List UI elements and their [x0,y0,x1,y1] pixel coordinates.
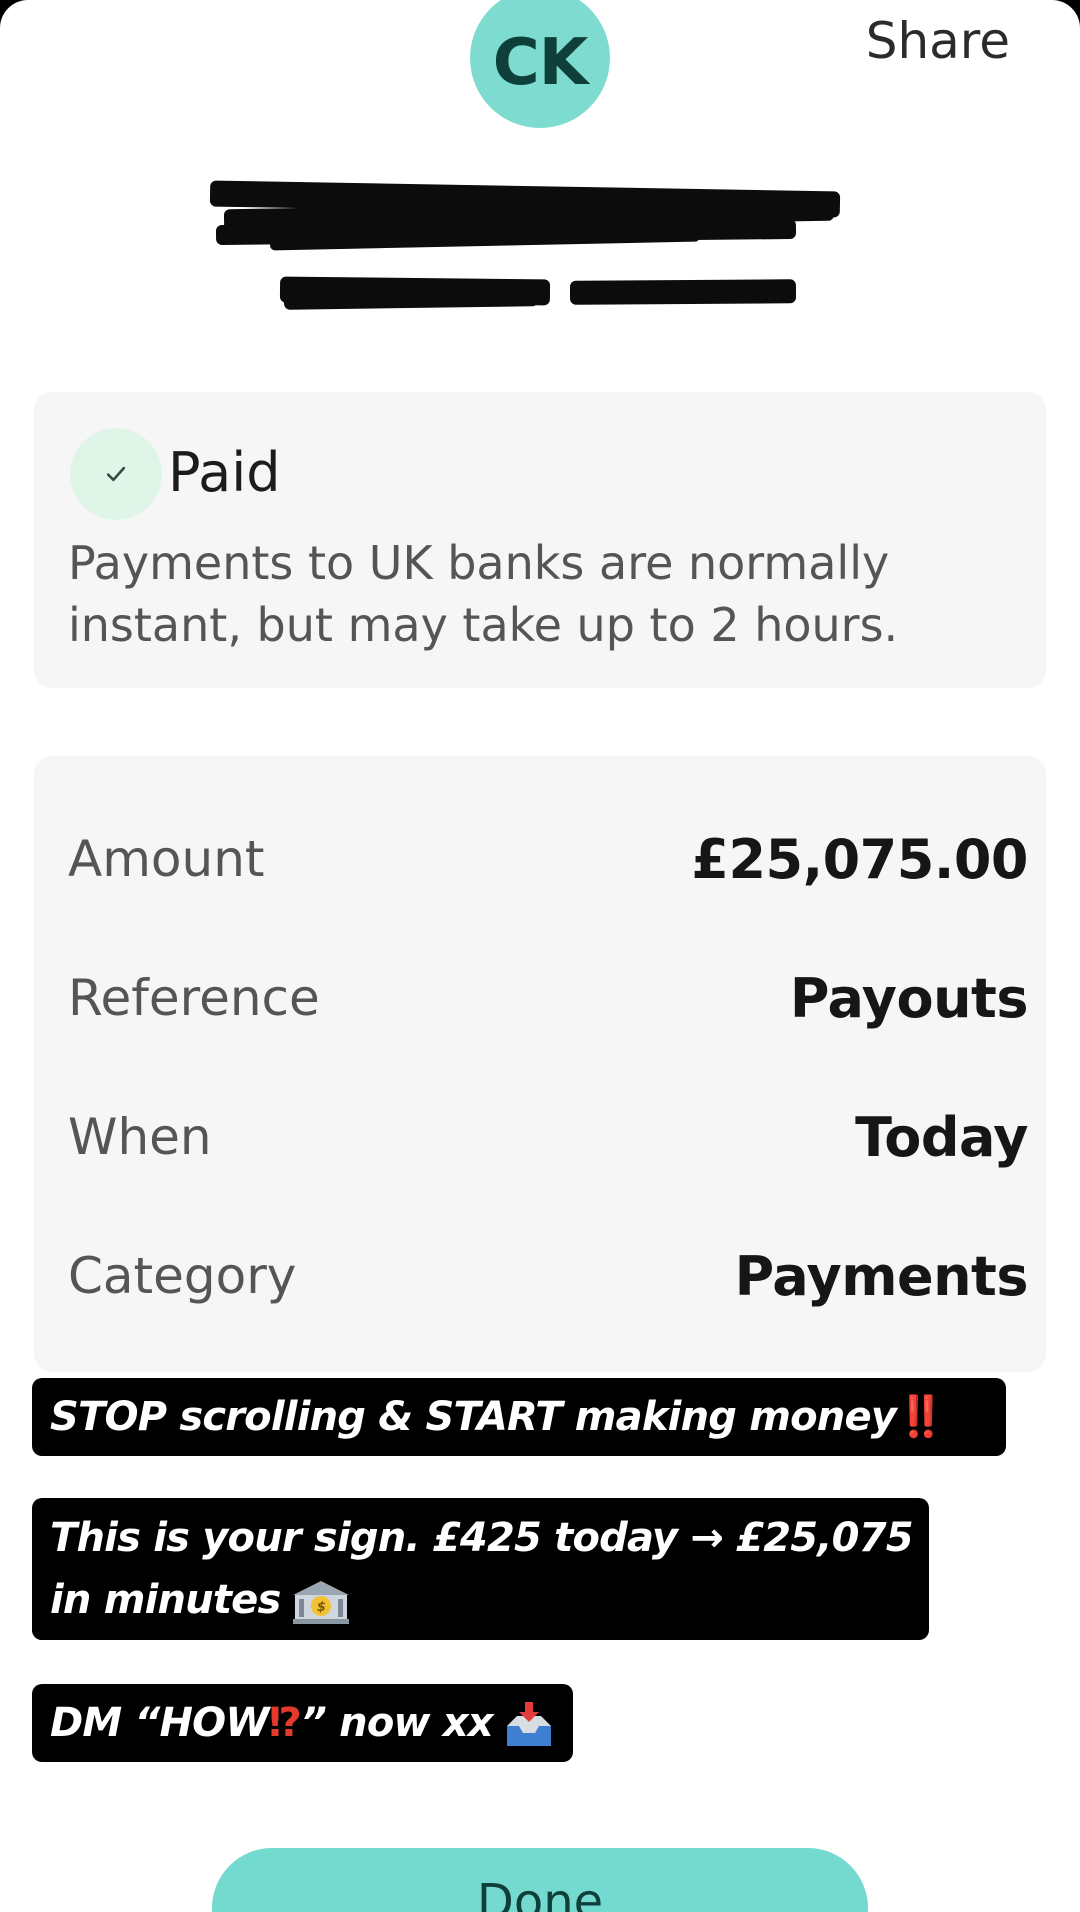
detail-value: £25,075.00 [691,827,1028,891]
payment-status-card: Paid Payments to UK banks are normally i… [34,392,1046,688]
double-exclamation-icon: ‼️ [896,1394,946,1440]
status-title: Paid [168,441,281,504]
caption-text: ” now xx [301,1700,494,1746]
caption-text: STOP scrolling & START making money [50,1394,897,1440]
svg-text:$: $ [316,1600,325,1615]
redacted-account-details [279,270,800,320]
detail-label: When [68,1108,212,1166]
done-button-label: Done [476,1874,604,1912]
detail-value: Today [855,1105,1028,1169]
done-button[interactable]: Done [212,1848,868,1912]
detail-row-when: When Today [68,1097,1028,1177]
caption-dm-how: DM “HOW⁉” now xx [32,1684,573,1762]
caption-text: DM “HOW [50,1700,270,1746]
status-note: Payments to UK banks are normally instan… [68,536,899,652]
exclamation-question-icon: ⁉ [268,1700,302,1746]
detail-value: Payouts [789,966,1029,1030]
avatar: CK [470,0,610,128]
caption-stop-scrolling: STOP scrolling & START making money‼️ [32,1378,1006,1456]
caption-your-sign: This is your sign. £425 today → £25,075 … [32,1498,929,1640]
share-button[interactable]: Share [866,12,1010,70]
caption-text: in minutes [50,1577,281,1623]
caption-line-two: in minutes $ [50,1570,913,1630]
bank-icon: $ [292,1581,349,1624]
detail-row-reference: Reference Payouts [68,958,1029,1038]
redacted-recipient-name [209,178,850,258]
payment-confirmation-screen: CK Share Paid Payments to UK banks are n… [0,0,1080,1912]
avatar-initials: CK [492,26,589,100]
detail-row-amount: Amount £25,075.00 [68,819,1028,899]
detail-label: Category [68,1247,297,1305]
detail-label: Reference [68,969,320,1027]
check-icon [70,428,162,520]
detail-label: Amount [68,830,265,888]
inbox-tray-icon [506,1702,551,1746]
detail-value: Payments [734,1244,1029,1308]
payment-details-card: Amount £25,075.00 Reference Payouts When… [34,756,1046,1372]
detail-row-category: Category Payments [68,1236,1029,1316]
caption-text: This is your sign. £425 today → £25,075 [50,1515,914,1561]
